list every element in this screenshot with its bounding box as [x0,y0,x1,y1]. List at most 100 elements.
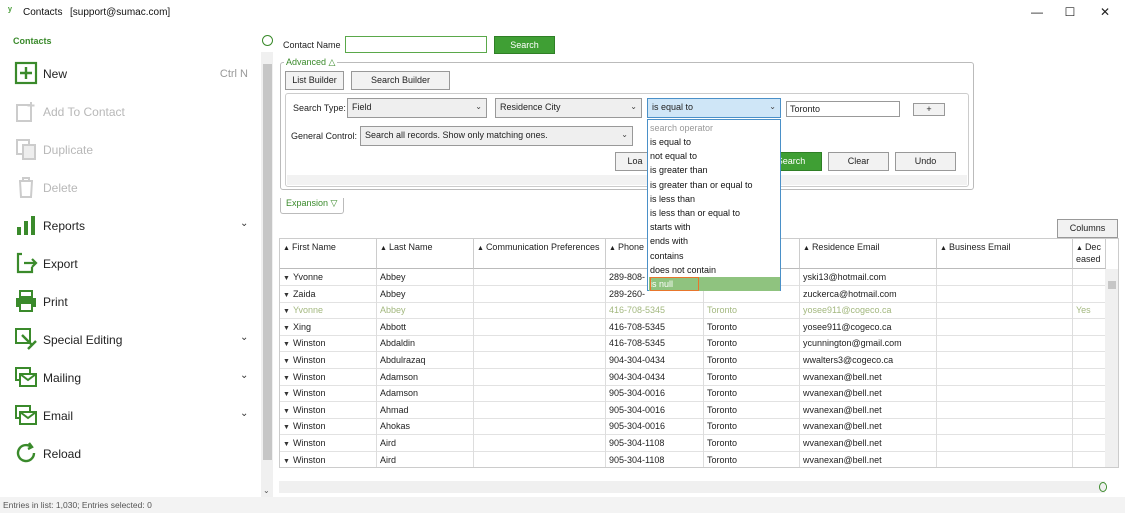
expand-row-icon[interactable]: ▼ [283,375,290,382]
operator-option[interactable]: is greater than or equal to [649,178,780,192]
contact-name-input[interactable] [345,36,487,53]
chevron-down-icon[interactable]: ⌄ [240,218,252,230]
cell-text: Aird [380,438,397,448]
operator-option[interactable]: contains [649,249,780,263]
undo-button[interactable]: Undo [895,152,956,171]
table-row[interactable]: ▼ Yvonne Abbey 416-708-5345 Toronto yosee911@… [280,302,1106,320]
table-scrollbar[interactable] [1105,269,1118,467]
expand-row-icon[interactable]: ▼ [283,292,290,299]
operator-option[interactable]: is null [649,277,780,291]
table-row[interactable]: ▼ Winston Aird 905-304-1108 Toronto wvanexan@… [280,451,1106,467]
criteria-input[interactable]: Toronto [786,101,900,117]
table-row[interactable]: ▼ Winston Abdulrazaq 904-304-0434 Toronto wwa… [280,352,1106,369]
column-header-deceased[interactable]: ▲ Dec eased [1073,239,1106,269]
scrollbar-thumb[interactable] [1108,281,1116,289]
operator-option[interactable]: ends with [649,234,780,248]
scrollbar-thumb[interactable] [263,64,272,460]
option-label: contains [650,250,684,261]
search-builder-button[interactable]: Search Builder [351,71,450,90]
search-button[interactable]: Search [494,36,555,54]
expand-row-icon[interactable]: ▼ [283,408,290,415]
sidebar-item-print[interactable]: Print [14,289,254,315]
operator-option[interactable]: not equal to [649,149,780,163]
table-cell-email: yosee911@cogeco.ca [800,302,937,320]
table-row[interactable]: ▼ Winston Ahmad 905-304-0016 Toronto wvanexan… [280,401,1106,419]
collapse-sidebar-icon[interactable] [262,35,273,46]
sidebar-item-email[interactable]: Email ⌄ [14,403,254,429]
list-builder-button[interactable]: List Builder [285,71,344,90]
status-bar: Entries in list: 1,030; Entries selected… [0,497,1125,513]
sidebar-scrollbar[interactable]: ⌄ [261,52,273,497]
expand-row-icon[interactable]: ▼ [283,458,290,465]
sidebar-item-delete[interactable]: Delete [14,175,254,201]
table-cell-last: Adamson [377,385,474,403]
table-cell-last: Aird [377,451,474,467]
general-control-select[interactable]: Search all records. Show only matching o… [360,126,633,146]
add-criteria-button[interactable]: + [913,103,945,116]
expand-row-icon[interactable]: ▼ [283,275,290,282]
minimize-button[interactable]: — [1026,3,1048,21]
reload-icon [16,442,36,463]
table-cell-bemail [937,352,1073,369]
operator-option[interactable]: is equal to [649,135,780,149]
clear-button[interactable]: Clear [828,152,889,171]
table-cell-deceased [1073,368,1106,386]
table-row[interactable]: ▼ Winston Abdaldin 416-708-5345 Toronto ycunn… [280,335,1106,353]
chevron-down-icon[interactable]: ⌄ [240,408,252,420]
column-header-residence-email[interactable]: ▲ Residence Email [800,239,937,269]
close-button[interactable]: ✕ [1094,3,1116,21]
operator-option[interactable]: is greater than [649,163,780,177]
sidebar-item-reload[interactable]: Reload [14,441,254,467]
maximize-button[interactable]: ☐ [1059,3,1081,21]
sidebar-item-mailing[interactable]: Mailing ⌄ [14,365,254,391]
table-row[interactable]: ▼ Winston Adamson 905-304-0016 Toronto wvanex… [280,385,1106,403]
expand-row-icon[interactable]: ▼ [283,308,290,315]
field-select[interactable]: Residence City ⌄ [495,98,642,118]
table-cell-comm [474,352,606,369]
sidebar-item-add-to-contact[interactable]: Add To Contact [14,99,254,125]
mail-icon [15,367,37,387]
plus-box-icon [14,61,38,85]
table-row[interactable]: ▼ Xing Abbott 416-708-5345 Toronto yosee911@c… [280,318,1106,336]
cell-text: 416-708-5345 [609,338,666,349]
columns-button[interactable]: Columns [1057,219,1118,238]
table-cell-phone: 904-304-0434 [606,352,704,369]
advanced-toggle[interactable]: Advanced △ [284,57,338,68]
expansion-toggle[interactable]: Expansion ▽ [284,198,340,209]
table-row[interactable]: ▼ Winston Ahokas 905-304-0016 Toronto wvanexa… [280,418,1106,436]
sidebar-item-special-editing[interactable]: Special Editing ⌄ [14,327,254,353]
table-row[interactable]: ▼ Winston Adamson 904-304-0434 Toronto wvanex… [280,368,1106,386]
advanced-hscrollbar[interactable] [287,175,967,185]
table-cell-city: Toronto [704,352,800,369]
operator-option[interactable]: starts with [649,220,780,234]
operator-option[interactable]: does not contain [649,263,780,277]
chevron-down-icon[interactable]: ⌄ [240,370,252,382]
expand-row-icon[interactable]: ▼ [283,391,290,398]
expand-row-icon[interactable]: ▼ [283,441,290,448]
expand-row-icon[interactable]: ▼ [283,424,290,431]
scroll-down-icon[interactable]: ⌄ [263,486,270,495]
chevron-down-icon[interactable]: ⌄ [240,332,252,344]
column-header-last-name[interactable]: ▲ Last Name [377,239,474,269]
column-header-business-email[interactable]: ▲ Business Email [937,239,1073,269]
search-type-select[interactable]: Field ⌄ [347,98,487,118]
column-header-communication-preferences[interactable]: ▲ Communication Preferences [474,239,606,269]
cell-text: Toronto [707,438,738,448]
operator-dropdown: search operator is equal to not equal to is… [647,119,781,291]
expand-row-icon[interactable]: ▼ [283,341,290,348]
operator-option[interactable]: is less than or equal to [649,206,780,220]
expand-row-icon[interactable]: ▼ [283,358,290,365]
expand-row-icon[interactable]: ▼ [283,325,290,332]
column-header-first-name[interactable]: ▲ First Name [280,239,377,269]
sidebar-item-new[interactable]: New Ctrl N [14,61,254,87]
table-row[interactable]: ▼ Winston Aird 905-304-1108 Toronto wvanexan@… [280,435,1106,452]
sidebar-item-duplicate[interactable]: Duplicate [14,137,254,163]
sidebar-item-reports[interactable]: Reports ⌄ [14,213,254,239]
operator-option[interactable]: is less than [649,192,780,206]
sidebar-item-export[interactable]: Export [14,251,254,277]
table-hscrollbar[interactable] [279,481,1105,493]
table-cell-email: wvanexan@bell.net [800,368,937,386]
cell-text: Aird [380,454,397,465]
operator-select[interactable]: is equal to ⌄ [647,98,781,118]
table-cell-city: Toronto [704,418,800,436]
